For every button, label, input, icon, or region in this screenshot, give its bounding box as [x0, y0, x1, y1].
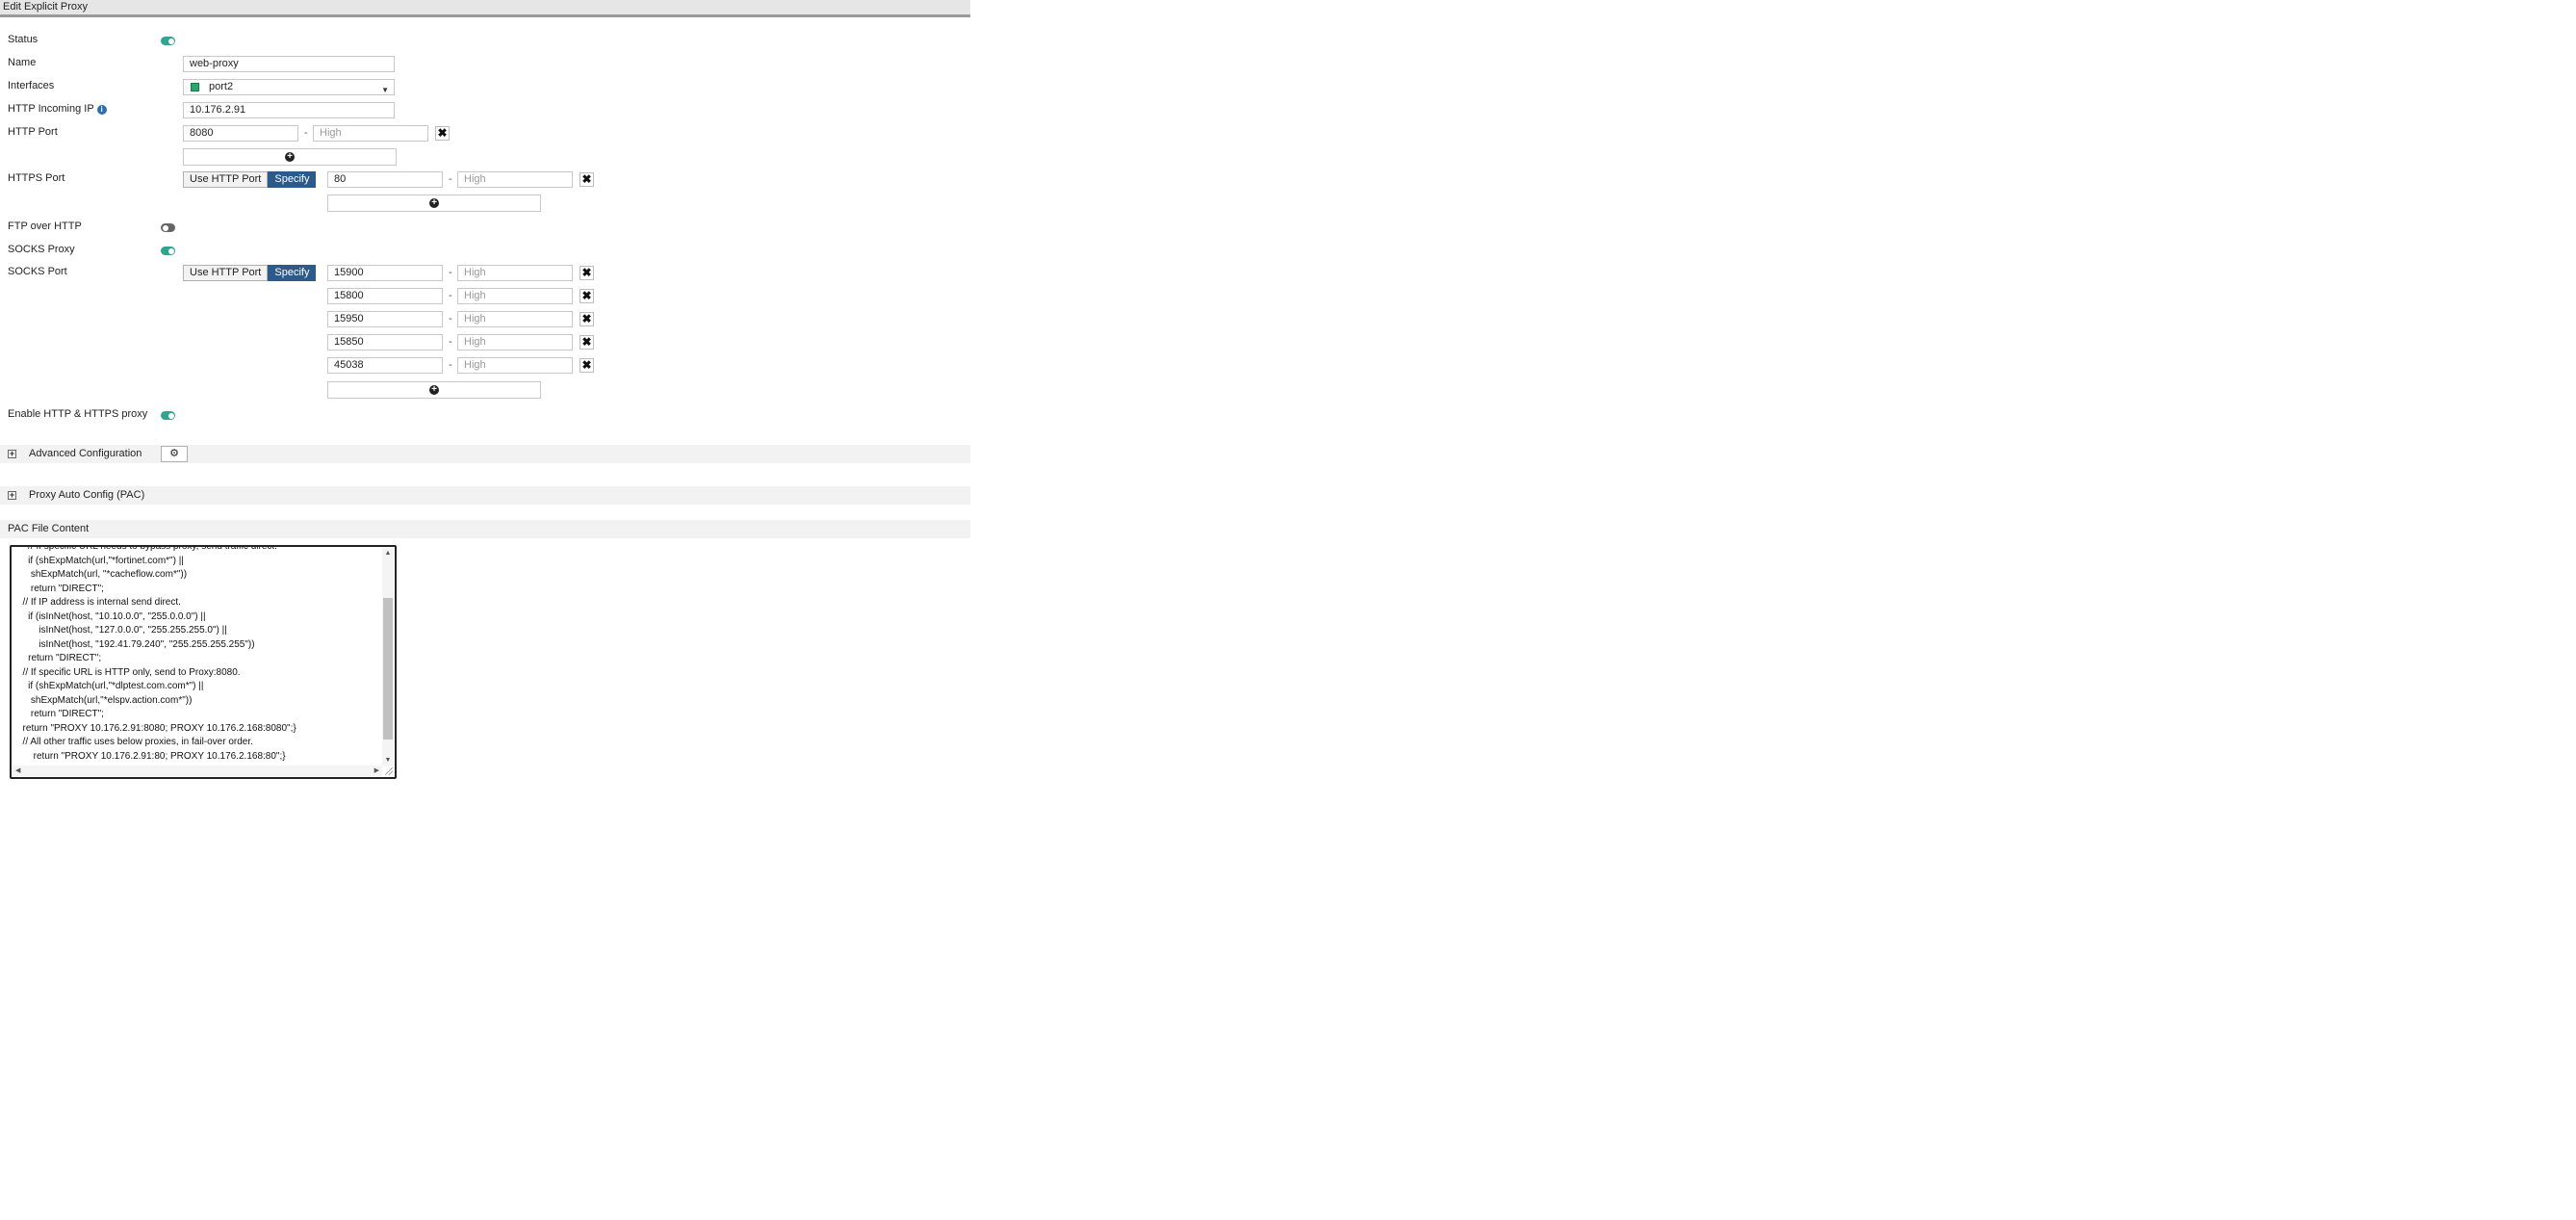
socks-port-low-input[interactable]: 15900 [327, 265, 443, 281]
close-icon: ✖ [581, 266, 592, 279]
close-icon: ✖ [581, 358, 592, 372]
horizontal-scrollbar[interactable]: ◀ ▶ [13, 766, 382, 776]
ftp-over-http-toggle[interactable] [161, 223, 175, 232]
socks-port-remove-button[interactable]: ✖ [580, 266, 594, 280]
https-port-remove-button[interactable]: ✖ [580, 172, 594, 187]
close-icon: ✖ [581, 172, 592, 186]
http-port-low-input[interactable]: 8080 [183, 125, 298, 142]
dialog-title: Edit Explicit Proxy [0, 0, 970, 17]
range-separator: - [449, 290, 452, 301]
socks-use-http-port-button[interactable]: Use HTTP Port [183, 265, 269, 281]
close-icon: ✖ [581, 289, 592, 302]
http-incoming-ip-label-text: HTTP Incoming IP [8, 103, 94, 115]
plus-box-icon[interactable]: + [8, 491, 16, 500]
https-port-label: HTTPS Port [8, 172, 65, 184]
http-port-label: HTTP Port [8, 126, 58, 138]
socks-port-low-input[interactable]: 15950 [327, 311, 443, 327]
socks-port-label: SOCKS Port [8, 266, 67, 277]
scroll-up-icon[interactable]: ▲ [382, 550, 394, 557]
plus-circle-icon: + [429, 385, 439, 395]
http-port-remove-button[interactable]: ✖ [435, 126, 450, 141]
vertical-scrollbar[interactable]: ▲ ▼ [382, 548, 394, 766]
close-icon: ✖ [581, 335, 592, 349]
http-incoming-ip-input[interactable]: 10.176.2.91 [183, 102, 395, 118]
https-port-add-button[interactable]: + [327, 195, 541, 212]
chevron-down-icon: ▼ [381, 86, 389, 94]
socks-port-high-input[interactable]: High [457, 357, 573, 374]
socks-port-add-button[interactable]: + [327, 381, 541, 399]
https-use-http-port-button[interactable]: Use HTTP Port [183, 171, 269, 188]
ftp-over-http-label: FTP over HTTP [8, 221, 82, 232]
socks-port-low-input[interactable]: 45038 [327, 357, 443, 374]
advanced-configuration-section[interactable]: + Advanced Configuration ⚙ [0, 445, 970, 463]
pac-code[interactable]: // If specific URL needs to bypass proxy… [17, 547, 377, 764]
range-separator: - [449, 313, 452, 324]
socks-port-remove-button[interactable]: ✖ [580, 335, 594, 350]
plus-box-icon[interactable]: + [8, 450, 16, 458]
enable-http-https-label: Enable HTTP & HTTPS proxy [8, 408, 148, 420]
advanced-configuration-title: Advanced Configuration [29, 448, 142, 459]
socks-port-high-input[interactable]: High [457, 265, 573, 281]
http-incoming-ip-label: HTTP Incoming IP i [8, 103, 107, 115]
socks-proxy-toggle[interactable] [161, 247, 175, 255]
range-separator: - [449, 173, 452, 185]
close-icon: ✖ [581, 312, 592, 325]
port-icon [191, 83, 199, 91]
socks-port-high-input[interactable]: High [457, 334, 573, 350]
scroll-right-icon[interactable]: ▶ [374, 766, 379, 774]
range-separator: - [449, 336, 452, 348]
scroll-left-icon[interactable]: ◀ [15, 766, 20, 774]
plus-circle-icon: + [429, 198, 439, 208]
close-icon: ✖ [437, 126, 448, 140]
interfaces-value: port2 [209, 81, 234, 92]
pac-file-content-header: PAC File Content [0, 520, 970, 538]
name-label: Name [8, 57, 37, 68]
socks-port-remove-button[interactable]: ✖ [580, 289, 594, 303]
status-toggle[interactable] [161, 37, 175, 45]
https-specify-button[interactable]: Specify [268, 171, 317, 188]
socks-port-high-input[interactable]: High [457, 311, 573, 327]
settings-icon: ⚙ [169, 448, 179, 459]
socks-port-low-input[interactable]: 15800 [327, 288, 443, 304]
socks-specify-button[interactable]: Specify [268, 265, 317, 281]
interfaces-select[interactable]: port2 ▼ [183, 79, 395, 95]
https-port-high-input[interactable]: High [457, 171, 573, 188]
socks-proxy-label: SOCKS Proxy [8, 244, 75, 255]
range-separator: - [449, 267, 452, 278]
socks-port-low-input[interactable]: 15850 [327, 334, 443, 350]
pac-file-textarea[interactable]: // If specific URL needs to bypass proxy… [10, 545, 397, 779]
socks-port-mode: Use HTTP Port Specify [183, 265, 317, 281]
scrollbar-thumb[interactable] [383, 598, 393, 740]
plus-circle-icon: + [285, 152, 295, 162]
http-port-high-input[interactable]: High [313, 125, 428, 142]
pac-section[interactable]: + Proxy Auto Config (PAC) [0, 486, 970, 505]
status-label: Status [8, 34, 39, 45]
name-input[interactable]: web-proxy [183, 56, 395, 72]
http-port-add-button[interactable]: + [183, 148, 397, 166]
advanced-settings-button[interactable]: ⚙ [161, 446, 188, 462]
socks-port-remove-button[interactable]: ✖ [580, 358, 594, 373]
range-separator: - [304, 127, 308, 139]
pac-file-content-title: PAC File Content [8, 523, 90, 534]
info-icon[interactable]: i [96, 105, 107, 115]
socks-port-high-input[interactable]: High [457, 288, 573, 304]
enable-http-https-toggle[interactable] [161, 411, 175, 420]
https-port-mode: Use HTTP Port Specify [183, 171, 317, 188]
https-port-low-input[interactable]: 80 [327, 171, 443, 188]
pac-section-title: Proxy Auto Config (PAC) [29, 489, 145, 501]
range-separator: - [449, 359, 452, 371]
scroll-down-icon[interactable]: ▼ [382, 757, 394, 764]
interfaces-label: Interfaces [8, 80, 55, 91]
socks-port-remove-button[interactable]: ✖ [580, 312, 594, 326]
resize-grip-icon[interactable] [385, 767, 393, 775]
